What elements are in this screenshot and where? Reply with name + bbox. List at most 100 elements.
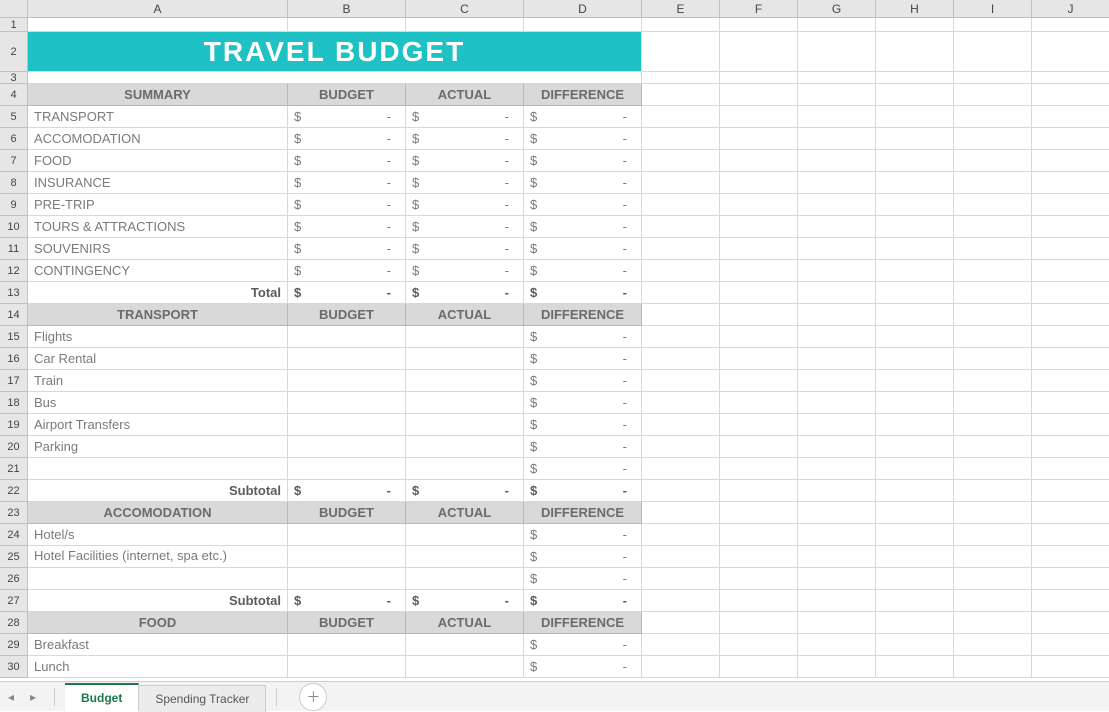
cell[interactable] bbox=[876, 612, 954, 634]
cell[interactable] bbox=[288, 656, 406, 678]
cell[interactable] bbox=[720, 392, 798, 414]
money-cell[interactable]: $- bbox=[524, 282, 642, 304]
cell[interactable] bbox=[876, 150, 954, 172]
row-label[interactable]: TOURS & ATTRACTIONS bbox=[28, 216, 288, 238]
cell[interactable] bbox=[954, 502, 1032, 524]
row-header-14[interactable]: 14 bbox=[0, 304, 28, 326]
cell[interactable] bbox=[720, 106, 798, 128]
cell[interactable] bbox=[798, 72, 876, 84]
row-label[interactable]: Lunch bbox=[28, 656, 288, 678]
cell[interactable] bbox=[720, 524, 798, 546]
money-cell[interactable]: $- bbox=[406, 260, 524, 282]
section-header[interactable]: ACCOMODATION bbox=[28, 502, 288, 524]
row-header-16[interactable]: 16 bbox=[0, 348, 28, 370]
row-header-9[interactable]: 9 bbox=[0, 194, 28, 216]
cell[interactable] bbox=[876, 590, 954, 612]
column-header[interactable]: BUDGET bbox=[288, 84, 406, 106]
row-label[interactable]: Airport Transfers bbox=[28, 414, 288, 436]
add-sheet-button[interactable]: ＋ bbox=[299, 683, 327, 711]
cell[interactable] bbox=[720, 326, 798, 348]
cell[interactable] bbox=[1032, 480, 1109, 502]
col-header-h[interactable]: H bbox=[876, 0, 954, 18]
cell[interactable] bbox=[288, 348, 406, 370]
row-label[interactable]: Breakfast bbox=[28, 634, 288, 656]
cell[interactable] bbox=[1032, 634, 1109, 656]
cell[interactable] bbox=[954, 414, 1032, 436]
cell[interactable] bbox=[1032, 348, 1109, 370]
cell[interactable] bbox=[1032, 436, 1109, 458]
cell[interactable] bbox=[1032, 458, 1109, 480]
row-header-27[interactable]: 27 bbox=[0, 590, 28, 612]
money-cell[interactable]: $- bbox=[524, 370, 642, 392]
cell[interactable] bbox=[876, 172, 954, 194]
cell[interactable] bbox=[406, 568, 524, 590]
cell[interactable] bbox=[876, 326, 954, 348]
money-cell[interactable]: $- bbox=[524, 260, 642, 282]
row-label[interactable]: INSURANCE bbox=[28, 172, 288, 194]
money-cell[interactable]: $- bbox=[524, 480, 642, 502]
cell[interactable] bbox=[798, 568, 876, 590]
section-header[interactable]: FOOD bbox=[28, 612, 288, 634]
money-cell[interactable]: $- bbox=[406, 128, 524, 150]
cell[interactable] bbox=[798, 370, 876, 392]
cell[interactable] bbox=[954, 282, 1032, 304]
cell[interactable] bbox=[406, 436, 524, 458]
cell[interactable] bbox=[288, 18, 406, 32]
cell[interactable] bbox=[798, 480, 876, 502]
cell[interactable] bbox=[28, 72, 642, 84]
cell[interactable] bbox=[954, 194, 1032, 216]
cell[interactable] bbox=[288, 326, 406, 348]
cell[interactable] bbox=[720, 656, 798, 678]
row-header-29[interactable]: 29 bbox=[0, 634, 28, 656]
cell[interactable] bbox=[798, 128, 876, 150]
cell[interactable] bbox=[798, 656, 876, 678]
cell[interactable] bbox=[876, 568, 954, 590]
cell[interactable] bbox=[288, 436, 406, 458]
cell[interactable] bbox=[720, 194, 798, 216]
cell[interactable] bbox=[954, 612, 1032, 634]
money-cell[interactable]: $- bbox=[288, 480, 406, 502]
row-header-5[interactable]: 5 bbox=[0, 106, 28, 128]
row-label[interactable]: Bus bbox=[28, 392, 288, 414]
money-cell[interactable]: $- bbox=[524, 458, 642, 480]
money-cell[interactable]: $- bbox=[406, 150, 524, 172]
cell[interactable] bbox=[954, 260, 1032, 282]
money-cell[interactable]: $- bbox=[406, 106, 524, 128]
column-header[interactable]: ACTUAL bbox=[406, 304, 524, 326]
column-header[interactable]: ACTUAL bbox=[406, 612, 524, 634]
cell[interactable] bbox=[406, 546, 524, 568]
cell[interactable] bbox=[642, 392, 720, 414]
cell[interactable] bbox=[720, 128, 798, 150]
cell[interactable] bbox=[954, 238, 1032, 260]
cell[interactable] bbox=[798, 590, 876, 612]
cell[interactable] bbox=[720, 72, 798, 84]
cell[interactable] bbox=[798, 612, 876, 634]
money-cell[interactable]: $- bbox=[288, 216, 406, 238]
cell[interactable] bbox=[406, 656, 524, 678]
cell[interactable] bbox=[954, 546, 1032, 568]
cell[interactable] bbox=[876, 634, 954, 656]
money-cell[interactable]: $- bbox=[524, 634, 642, 656]
money-cell[interactable]: $- bbox=[288, 128, 406, 150]
cell[interactable] bbox=[1032, 282, 1109, 304]
cell[interactable] bbox=[642, 72, 720, 84]
cell[interactable] bbox=[406, 326, 524, 348]
row-header-1[interactable]: 1 bbox=[0, 18, 28, 32]
cell[interactable] bbox=[406, 18, 524, 32]
cell[interactable] bbox=[798, 458, 876, 480]
section-header[interactable]: TRANSPORT bbox=[28, 304, 288, 326]
cell[interactable] bbox=[642, 546, 720, 568]
col-header-e[interactable]: E bbox=[642, 0, 720, 18]
total-label[interactable]: Total bbox=[28, 282, 288, 304]
row-header-11[interactable]: 11 bbox=[0, 238, 28, 260]
cell[interactable] bbox=[642, 128, 720, 150]
row-header-4[interactable]: 4 bbox=[0, 84, 28, 106]
row-header-10[interactable]: 10 bbox=[0, 216, 28, 238]
cell[interactable] bbox=[288, 524, 406, 546]
cell[interactable] bbox=[720, 84, 798, 106]
column-header[interactable]: DIFFERENCE bbox=[524, 84, 642, 106]
col-header-i[interactable]: I bbox=[954, 0, 1032, 18]
cell[interactable] bbox=[798, 392, 876, 414]
cell[interactable] bbox=[720, 150, 798, 172]
money-cell[interactable]: $- bbox=[524, 546, 642, 568]
